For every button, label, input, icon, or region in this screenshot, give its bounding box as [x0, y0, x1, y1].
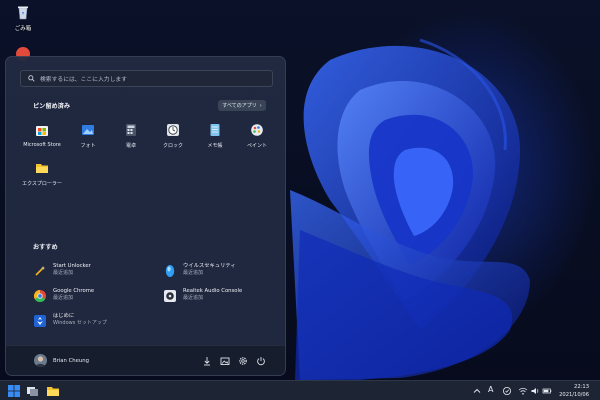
wand-icon — [35, 266, 46, 276]
recommended-item-google-chrome[interactable]: Google Chrome 最近追加 — [33, 288, 94, 303]
calculator-icon — [126, 124, 136, 136]
recommended-item-sub: Windows セットアップ — [53, 320, 107, 326]
search-placeholder: 検索するには、ここに入力します — [40, 77, 127, 83]
start-menu-footer: Brian Cheung — [6, 345, 285, 375]
battery-icon[interactable] — [542, 386, 552, 396]
notepad-icon — [210, 124, 220, 136]
app-label: メモ帳 — [207, 143, 223, 149]
audio-icon — [164, 290, 176, 302]
recommended-item-sub: 最近追加 — [183, 295, 204, 301]
clock-date: 2021/10/06 — [559, 392, 589, 398]
folder-icon — [36, 164, 48, 173]
user-account-button[interactable]: Brian Cheung — [34, 354, 89, 367]
search-box[interactable]: 検索するには、ここに入力します — [20, 70, 273, 87]
recommended-item-sub: 最近追加 — [53, 295, 74, 301]
task-view-icon[interactable] — [26, 384, 40, 398]
taskbar: A 22:13 2021/10/06 — [0, 380, 600, 400]
chrome-icon — [33, 290, 46, 303]
pinned-app-clock[interactable]: クロック — [151, 123, 195, 149]
gear-icon[interactable] — [238, 356, 248, 366]
app-label: エクスプローラー — [22, 181, 62, 187]
app-label: 電卓 — [125, 143, 136, 149]
recommended-item-realtek-audio[interactable]: Realtek Audio Console 最近追加 — [163, 288, 242, 303]
network-status-icon[interactable] — [502, 386, 512, 396]
pictures-icon[interactable] — [220, 356, 230, 366]
all-apps-label: すべてのアプリ — [222, 103, 257, 109]
photos-icon — [82, 125, 94, 135]
user-avatar-icon — [35, 356, 46, 367]
pinned-app-notepad[interactable]: メモ帳 — [193, 123, 237, 149]
app-label: ペイント — [246, 143, 267, 149]
recommended-item-name: Realtek Audio Console — [183, 288, 243, 294]
all-apps-button[interactable]: すべてのアプリ › — [218, 100, 266, 111]
desktop-icon-recycle-bin[interactable]: ごみ箱 — [8, 4, 38, 32]
pinned-app-microsoft-store[interactable]: Microsoft Store — [20, 123, 64, 148]
downloads-icon[interactable] — [202, 356, 212, 366]
recommended-item-start-unlocker[interactable]: Start Unlocker 最近追加 — [33, 263, 91, 278]
recommended-item-sub: 最近追加 — [183, 270, 204, 276]
volume-icon[interactable] — [530, 386, 540, 396]
windows-start-icon[interactable] — [7, 384, 21, 398]
taskbar-clock[interactable]: 22:13 2021/10/06 — [559, 383, 589, 399]
power-icon[interactable] — [256, 356, 266, 366]
recommended-item-virus-security[interactable]: ウイルスセキュリティ 最近追加 — [163, 263, 236, 278]
recommended-item-name: Start Unlocker — [53, 263, 91, 269]
pinned-app-photos[interactable]: フォト — [66, 123, 110, 149]
getstarted-icon — [34, 315, 46, 327]
recycle-bin-icon — [18, 6, 28, 20]
shield-icon — [165, 265, 175, 277]
recommended-item-name: はじめに — [53, 313, 75, 319]
start-menu: 検索するには、ここに入力します ピン留め済み すべてのアプリ › Microso… — [5, 56, 286, 376]
user-name: Brian Cheung — [53, 357, 89, 364]
chevron-right-icon: › — [259, 102, 262, 109]
pinned-app-calculator[interactable]: 電卓 — [109, 123, 153, 149]
pinned-app-explorer[interactable]: エクスプローラー — [20, 161, 64, 187]
chevron-up-icon[interactable] — [472, 386, 482, 396]
recommended-title: おすすめ — [33, 244, 58, 251]
app-label: フォト — [80, 143, 96, 149]
search-icon — [28, 75, 35, 82]
pinned-title: ピン留め済み — [33, 103, 71, 110]
clock-icon — [167, 124, 179, 136]
pinned-app-paint[interactable]: ペイント — [235, 123, 279, 149]
file-explorer-icon[interactable] — [46, 384, 60, 398]
clock-time: 22:13 — [574, 384, 589, 390]
wifi-icon[interactable] — [518, 386, 528, 396]
paint-icon — [251, 124, 263, 136]
recommended-item-name: ウイルスセキュリティ — [183, 263, 236, 269]
desktop-icon-label: ごみ箱 — [14, 26, 32, 32]
store-icon — [36, 126, 48, 136]
recommended-item-name: Google Chrome — [53, 288, 95, 294]
recommended-item-sub: 最近追加 — [53, 270, 74, 276]
avatar — [34, 354, 47, 367]
app-label: Microsoft Store — [23, 142, 61, 148]
ime-indicator[interactable]: A — [488, 385, 493, 395]
recommended-item-get-started[interactable]: はじめに Windows セットアップ — [33, 313, 107, 328]
app-label: クロック — [162, 143, 183, 149]
